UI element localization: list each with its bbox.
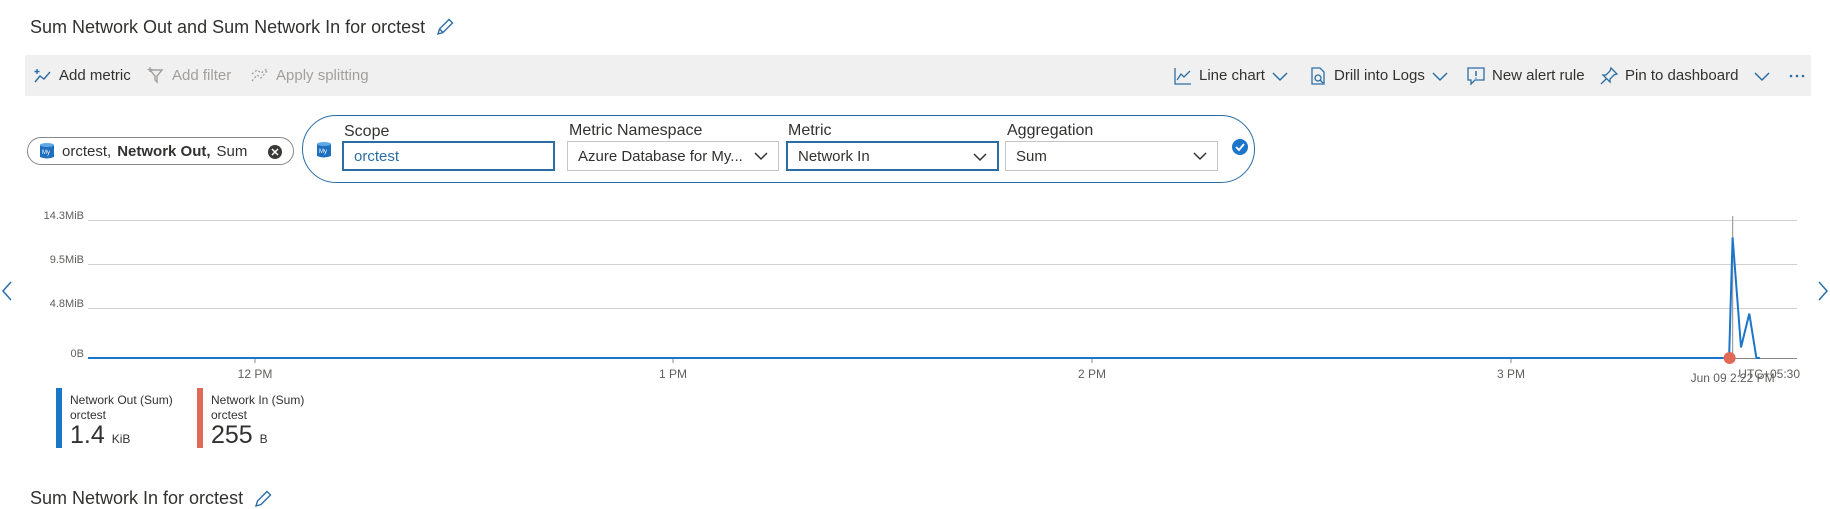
series-line-network-out	[88, 237, 1760, 359]
remove-metric-icon[interactable]	[267, 144, 283, 164]
chevron-down-icon	[1193, 152, 1207, 161]
legend-item-network-out[interactable]: Network Out (Sum) orctest 1.4 KiB	[56, 388, 196, 450]
confirm-check-icon[interactable]	[1231, 138, 1249, 156]
metric-editor: My Scope orctest Metric Namespace Azure …	[302, 115, 1255, 183]
apply-splitting-label: Apply splitting	[276, 67, 369, 84]
svg-text:My: My	[42, 150, 50, 156]
line-chart-label: Line chart	[1199, 67, 1265, 84]
metric-namespace-select[interactable]: Azure Database for My...	[567, 141, 779, 171]
metric-namespace-value: Azure Database for My...	[578, 147, 743, 165]
legend-series-name: Network In (Sum)	[211, 393, 305, 407]
drill-into-logs-dropdown[interactable]: Drill into Logs	[1308, 55, 1449, 96]
filter-icon	[147, 66, 164, 84]
pill-metric: Network Out,	[117, 142, 211, 160]
edit-title-icon[interactable]	[435, 17, 455, 37]
chart-title: Sum Network In for orctest	[30, 488, 244, 508]
metric-pill[interactable]: My orctest, Network Out, Sum	[27, 137, 294, 165]
legend-series-resource: orctest	[70, 408, 107, 422]
scope-value: orctest	[354, 147, 400, 165]
hover-point-marker	[1723, 352, 1736, 364]
line-chart-dropdown[interactable]: Line chart	[1173, 55, 1289, 96]
chevron-down-icon	[1272, 71, 1288, 81]
chevron-down-icon	[754, 152, 768, 161]
aggregation-select[interactable]: Sum	[1005, 141, 1218, 171]
chevron-down-icon	[1432, 71, 1448, 81]
chart-title-row: Sum Network In for orctest	[30, 488, 273, 509]
logs-icon	[1311, 66, 1325, 85]
legend-value-number: 255	[211, 421, 253, 449]
legend-series-name: Network Out (Sum)	[70, 393, 173, 407]
more-options-button[interactable]	[1787, 55, 1807, 96]
legend-value-number: 1.4	[70, 421, 105, 449]
chart-title: Sum Network Out and Sum Network In for o…	[30, 16, 426, 37]
line-chart[interactable]: 14.3MiB9.5MiB4.8MiB0B12 PM 1 PM 2 PM 3 PM UT…	[0, 205, 1830, 405]
drill-into-logs-label: Drill into Logs	[1334, 67, 1425, 84]
legend-item-network-in[interactable]: Network In (Sum) orctest 255 B	[197, 388, 337, 450]
x-tick-label: 12 PM	[238, 367, 273, 381]
mysql-database-icon: My	[317, 142, 331, 158]
line-chart-icon	[1174, 67, 1191, 85]
add-filter-button[interactable]: Add filter	[146, 55, 231, 96]
alert-icon	[1467, 66, 1485, 86]
y-tick-label: 4.8MiB	[50, 298, 84, 310]
x-tick-label: 3 PM	[1497, 367, 1525, 381]
metric-label: Metric	[788, 122, 832, 139]
y-tick-label: 0B	[71, 348, 84, 360]
pill-resource: orctest,	[62, 142, 112, 160]
apply-splitting-button[interactable]: Apply splitting	[250, 55, 369, 96]
new-alert-rule-button[interactable]: New alert rule	[1466, 55, 1585, 96]
new-alert-rule-label: New alert rule	[1492, 67, 1585, 84]
chevron-down-icon	[1754, 71, 1770, 81]
x-tick-label: 1 PM	[659, 367, 687, 381]
add-metric-icon	[34, 68, 51, 82]
pin-to-dashboard-label: Pin to dashboard	[1625, 67, 1739, 84]
aggregation-value: Sum	[1016, 147, 1047, 165]
pin-options-dropdown[interactable]	[1753, 55, 1771, 96]
y-tick-label: 9.5MiB	[50, 254, 84, 266]
pin-icon	[1600, 66, 1619, 84]
metric-select[interactable]: Network In	[786, 141, 999, 171]
add-filter-label: Add filter	[172, 67, 232, 84]
metric-namespace-label: Metric Namespace	[569, 122, 703, 139]
legend-series-value: 1.4 KiB	[70, 421, 130, 450]
y-tick-label: 14.3MiB	[44, 210, 84, 222]
chevron-down-icon	[973, 153, 987, 162]
chart-title-row: Sum Network Out and Sum Network In for o…	[30, 14, 455, 40]
x-tick-label: 2 PM	[1078, 367, 1106, 381]
more-icon	[1789, 74, 1805, 77]
legend-value-unit: KiB	[111, 432, 131, 446]
add-metric-button[interactable]: Add metric	[33, 55, 131, 96]
metric-value: Network In	[798, 147, 870, 165]
pin-to-dashboard-button[interactable]: Pin to dashboard	[1599, 55, 1738, 96]
hover-time-label: Jun 09 2:22 PM	[1691, 371, 1775, 385]
mysql-database-icon: My	[40, 143, 54, 159]
splitting-icon	[251, 67, 268, 81]
aggregation-label: Aggregation	[1007, 122, 1094, 139]
svg-text:My: My	[319, 149, 327, 155]
legend-color-swatch	[197, 388, 203, 448]
chart-toolbar: Add metric Add filter Apply splitting Li…	[25, 55, 1811, 96]
legend-color-swatch	[56, 388, 62, 448]
legend-value-unit: B	[259, 432, 268, 446]
legend-series-value: 255 B	[211, 421, 268, 450]
scope-label: Scope	[344, 123, 390, 140]
scope-input[interactable]: orctest	[342, 141, 555, 171]
legend-series-resource: orctest	[211, 408, 248, 422]
edit-title-icon[interactable]	[253, 489, 273, 509]
add-metric-label: Add metric	[59, 67, 131, 84]
pill-aggregation: Sum	[216, 142, 248, 160]
